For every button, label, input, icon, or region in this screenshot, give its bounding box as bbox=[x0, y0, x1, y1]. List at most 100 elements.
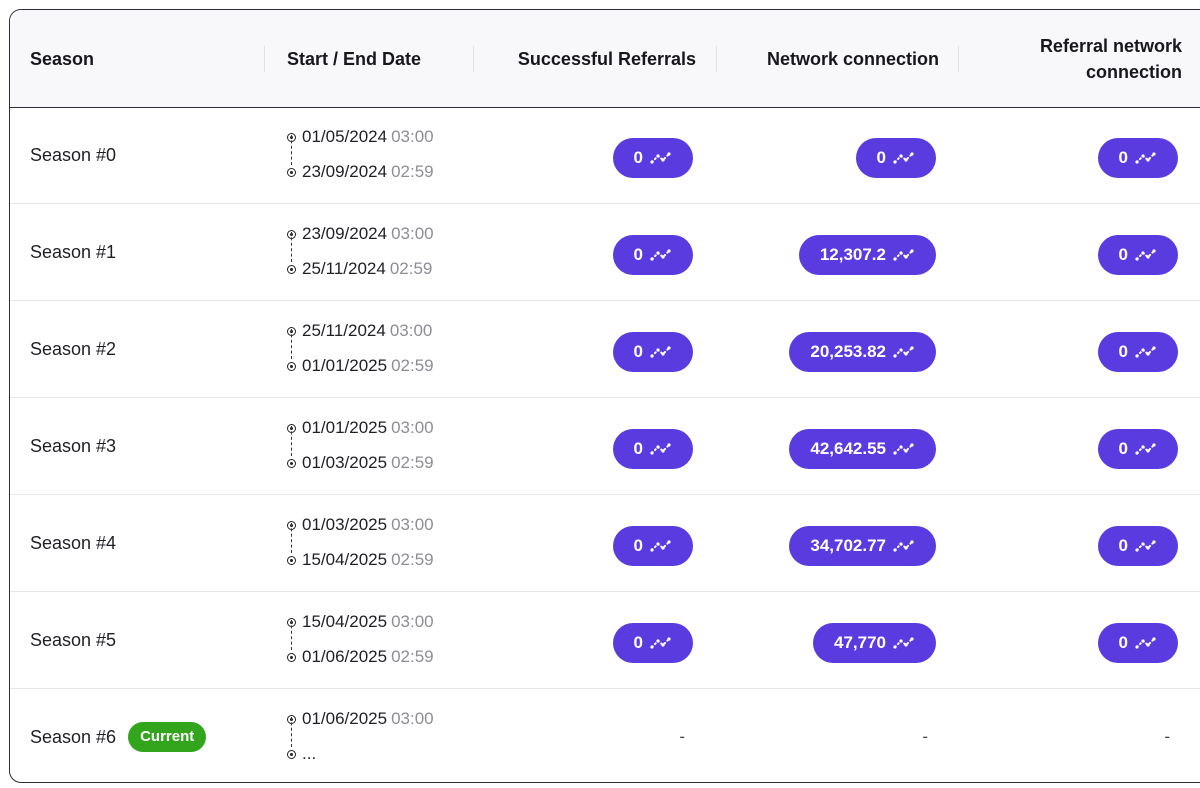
table-row: Season #3 01/01/2025 03:00 01/03/2025 02:59 0… bbox=[10, 398, 1200, 495]
referrals-pill[interactable]: 0 bbox=[612, 526, 693, 566]
referrals-pill[interactable]: 0 bbox=[612, 429, 693, 469]
timeline-dot-icon bbox=[287, 458, 296, 468]
season-cell: Season #6 Current bbox=[30, 689, 207, 782]
trend-line-icon bbox=[893, 346, 914, 358]
header-referrals[interactable]: Successful Referrals bbox=[495, 10, 696, 107]
time-text: 03:00 bbox=[391, 418, 434, 437]
trend-line-icon bbox=[650, 540, 671, 552]
ref-network-pill[interactable]: 0 bbox=[1097, 332, 1178, 372]
pill-value: 0 bbox=[633, 148, 643, 167]
trend-line-icon bbox=[650, 152, 671, 164]
header-dates[interactable]: Start / End Date bbox=[287, 10, 421, 107]
time-text: 02:59 bbox=[391, 647, 434, 666]
season-label: Season #4 bbox=[30, 532, 117, 553]
referrals-empty: - bbox=[679, 727, 685, 746]
time-text: 03:00 bbox=[391, 515, 434, 534]
network-pill[interactable]: 34,702.77 bbox=[789, 526, 936, 566]
season-label: Season #0 bbox=[30, 144, 117, 165]
network-pill[interactable]: 0 bbox=[855, 138, 936, 178]
pill-value: 0 bbox=[1118, 536, 1128, 555]
ref-network-pill[interactable]: 0 bbox=[1097, 526, 1178, 566]
ref-network-pill[interactable]: 0 bbox=[1097, 429, 1178, 469]
pill-value: 12,307.2 bbox=[819, 245, 886, 264]
pill-value: 0 bbox=[633, 536, 643, 555]
trend-line-icon bbox=[1135, 443, 1156, 455]
season-cell: Season #1 bbox=[30, 204, 116, 300]
network-pill[interactable]: 42,642.55 bbox=[789, 429, 936, 469]
season-cell: Season #0 bbox=[30, 107, 116, 203]
network-pill[interactable]: 20,253.82 bbox=[789, 332, 936, 372]
network-pill[interactable]: 12,307.2 bbox=[798, 235, 936, 275]
time-text: 03:00 bbox=[391, 612, 434, 631]
start-date: 01/01/2025 03:00 bbox=[287, 417, 434, 439]
referrals-pill[interactable]: 0 bbox=[612, 138, 693, 178]
header-divider bbox=[264, 46, 265, 72]
trend-line-icon bbox=[1135, 249, 1156, 261]
table-row: Season #0 01/05/2024 03:00 23/09/2024 02:59 0… bbox=[10, 107, 1200, 204]
ref-network-pill[interactable]: 0 bbox=[1097, 235, 1178, 275]
end-date: ... bbox=[287, 743, 316, 765]
date-text: 01/06/2025 bbox=[302, 647, 388, 666]
table-row: Season #2 25/11/2024 03:00 01/01/2025 02:59 0… bbox=[10, 301, 1200, 398]
referrals-pill[interactable]: 0 bbox=[612, 623, 693, 663]
end-date: 01/06/2025 02:59 bbox=[287, 646, 434, 668]
network-pill[interactable]: 47,770 bbox=[813, 623, 936, 663]
pill-value: 0 bbox=[1118, 148, 1128, 167]
header-season[interactable]: Season bbox=[30, 10, 94, 107]
season-label: Season #5 bbox=[30, 629, 117, 650]
end-date: 15/04/2025 02:59 bbox=[287, 549, 434, 571]
start-date: 15/04/2025 03:00 bbox=[287, 611, 434, 633]
date-text: 25/11/2024 bbox=[302, 321, 386, 340]
date-text: ... bbox=[302, 744, 317, 763]
date-text: 01/06/2025 bbox=[302, 709, 388, 728]
start-date: 01/05/2024 03:00 bbox=[287, 126, 434, 148]
ref-network-pill[interactable]: 0 bbox=[1097, 138, 1178, 178]
pill-value: 0 bbox=[1118, 245, 1128, 264]
header-referral-network[interactable]: Referral network connection bbox=[982, 10, 1182, 107]
timeline-dot-icon bbox=[287, 749, 296, 759]
ref-network-pill[interactable]: 0 bbox=[1097, 623, 1178, 663]
season-label: Season #6 bbox=[30, 726, 117, 747]
referrals-pill[interactable]: 0 bbox=[612, 235, 693, 275]
timeline-dot-icon bbox=[287, 652, 296, 662]
trend-line-icon bbox=[893, 443, 914, 455]
date-text: 01/03/2025 bbox=[302, 515, 388, 534]
header-network[interactable]: Network connection bbox=[738, 10, 939, 107]
season-cell: Season #5 bbox=[30, 592, 116, 688]
date-text: 01/01/2025 bbox=[302, 418, 388, 437]
date-text: 01/05/2024 bbox=[302, 127, 388, 146]
pill-value: 0 bbox=[876, 148, 886, 167]
date-text: 01/03/2025 bbox=[302, 453, 388, 472]
end-date: 23/09/2024 02:59 bbox=[287, 161, 434, 183]
table-header: Season Start / End Date Successful Refer… bbox=[10, 10, 1200, 108]
header-divider bbox=[473, 46, 474, 72]
season-cell: Season #2 bbox=[30, 301, 116, 397]
time-text: 02:59 bbox=[391, 550, 434, 569]
pill-value: 20,253.82 bbox=[810, 342, 886, 361]
trend-line-icon bbox=[1135, 152, 1156, 164]
season-label: Season #3 bbox=[30, 435, 117, 456]
pill-value: 0 bbox=[633, 633, 643, 652]
start-date: 01/06/2025 03:00 bbox=[287, 708, 434, 730]
end-date: 01/03/2025 02:59 bbox=[287, 452, 434, 474]
pill-value: 0 bbox=[1118, 342, 1128, 361]
time-text: 02:59 bbox=[389, 259, 433, 278]
trend-line-icon bbox=[650, 443, 671, 455]
table-row: Season #6 Current 01/06/2025 03:00... - - - bbox=[10, 689, 1200, 782]
timeline-dot-icon bbox=[287, 264, 296, 274]
date-text: 25/11/2024 bbox=[302, 259, 386, 278]
time-text: 02:59 bbox=[391, 453, 434, 472]
time-text: 02:59 bbox=[391, 356, 434, 375]
timeline-dot-icon bbox=[287, 555, 296, 565]
season-cell: Season #3 bbox=[30, 398, 116, 494]
timeline-dot-icon bbox=[287, 361, 296, 371]
time-text: 03:00 bbox=[391, 224, 434, 243]
time-text: 03:00 bbox=[391, 127, 434, 146]
trend-line-icon bbox=[893, 637, 914, 649]
start-date: 25/11/2024 03:00 bbox=[287, 320, 432, 342]
trend-line-icon bbox=[893, 152, 914, 164]
table-row: Season #4 01/03/2025 03:00 15/04/2025 02:59 0… bbox=[10, 495, 1200, 592]
trend-line-icon bbox=[893, 249, 914, 261]
referrals-pill[interactable]: 0 bbox=[612, 332, 693, 372]
date-text: 23/09/2024 bbox=[302, 162, 388, 181]
